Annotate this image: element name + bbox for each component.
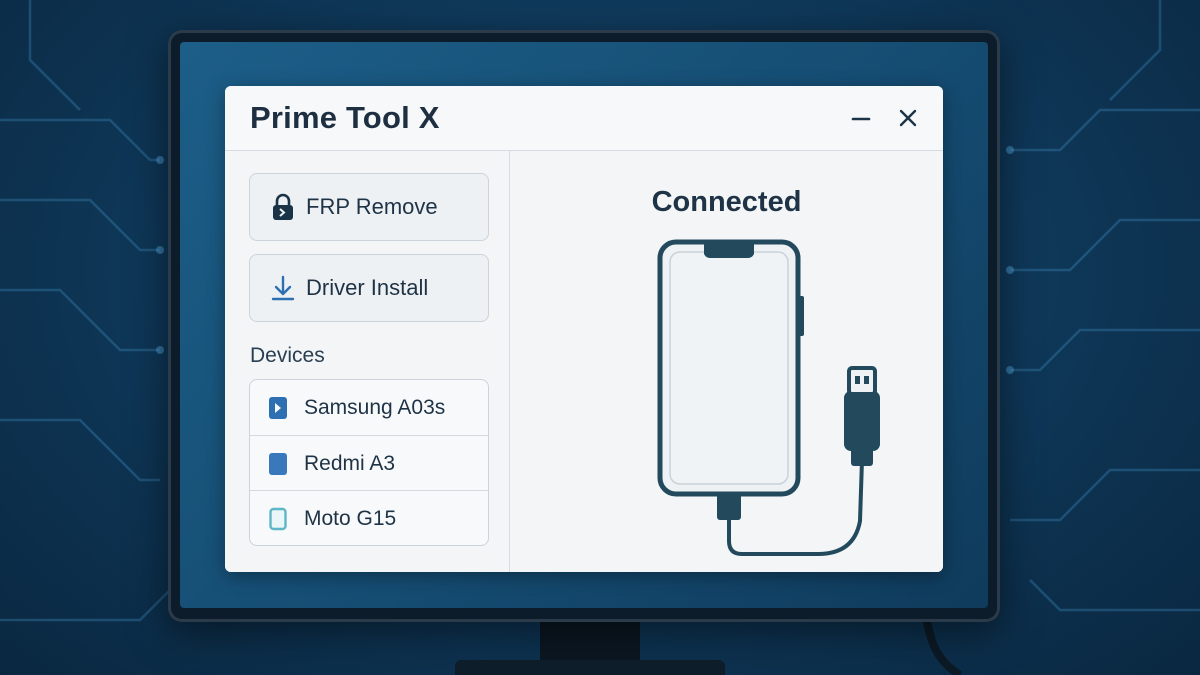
device-label: Samsung A03s [304, 395, 446, 419]
download-icon [268, 273, 298, 303]
close-icon [899, 109, 917, 127]
monitor-screen: Prime Tool X FRP Remove Driver Install D… [180, 42, 988, 608]
play-device-icon [269, 396, 287, 419]
frp-remove-button[interactable]: FRP Remove [249, 173, 489, 241]
phone-outline-icon [269, 507, 287, 530]
lock-icon [268, 192, 298, 222]
driver-install-button[interactable]: Driver Install [249, 254, 489, 322]
device-item-redmi-a3[interactable]: Redmi A3 [250, 435, 488, 491]
device-label: Redmi A3 [304, 451, 396, 475]
minimize-icon [851, 117, 871, 121]
phone-usb-cable-icon [657, 239, 880, 556]
sidebar: FRP Remove Driver Install Devices Samsun… [225, 151, 510, 572]
main-panel: Connected [510, 151, 943, 572]
device-item-moto-g15[interactable]: Moto G15 [250, 490, 488, 545]
connection-status: Connected [651, 186, 802, 218]
app-window: Prime Tool X FRP Remove Driver Install D… [225, 86, 943, 572]
device-list: Samsung A03s Redmi A3 Moto G15 [249, 379, 489, 546]
driver-install-label: Driver Install [306, 275, 429, 300]
title-bar: Prime Tool X [225, 86, 943, 151]
close-button[interactable] [892, 102, 924, 134]
minimize-button[interactable] [845, 102, 877, 134]
monitor-stand-base [455, 660, 725, 675]
device-item-samsung-a03s[interactable]: Samsung A03s [250, 380, 488, 435]
device-label: Moto G15 [304, 506, 397, 530]
monitor: Prime Tool X FRP Remove Driver Install D… [168, 30, 1000, 622]
frp-remove-label: FRP Remove [306, 194, 438, 219]
app-title: Prime Tool X [250, 100, 440, 135]
devices-heading: Devices [250, 344, 325, 367]
phone-filled-icon [269, 452, 287, 475]
